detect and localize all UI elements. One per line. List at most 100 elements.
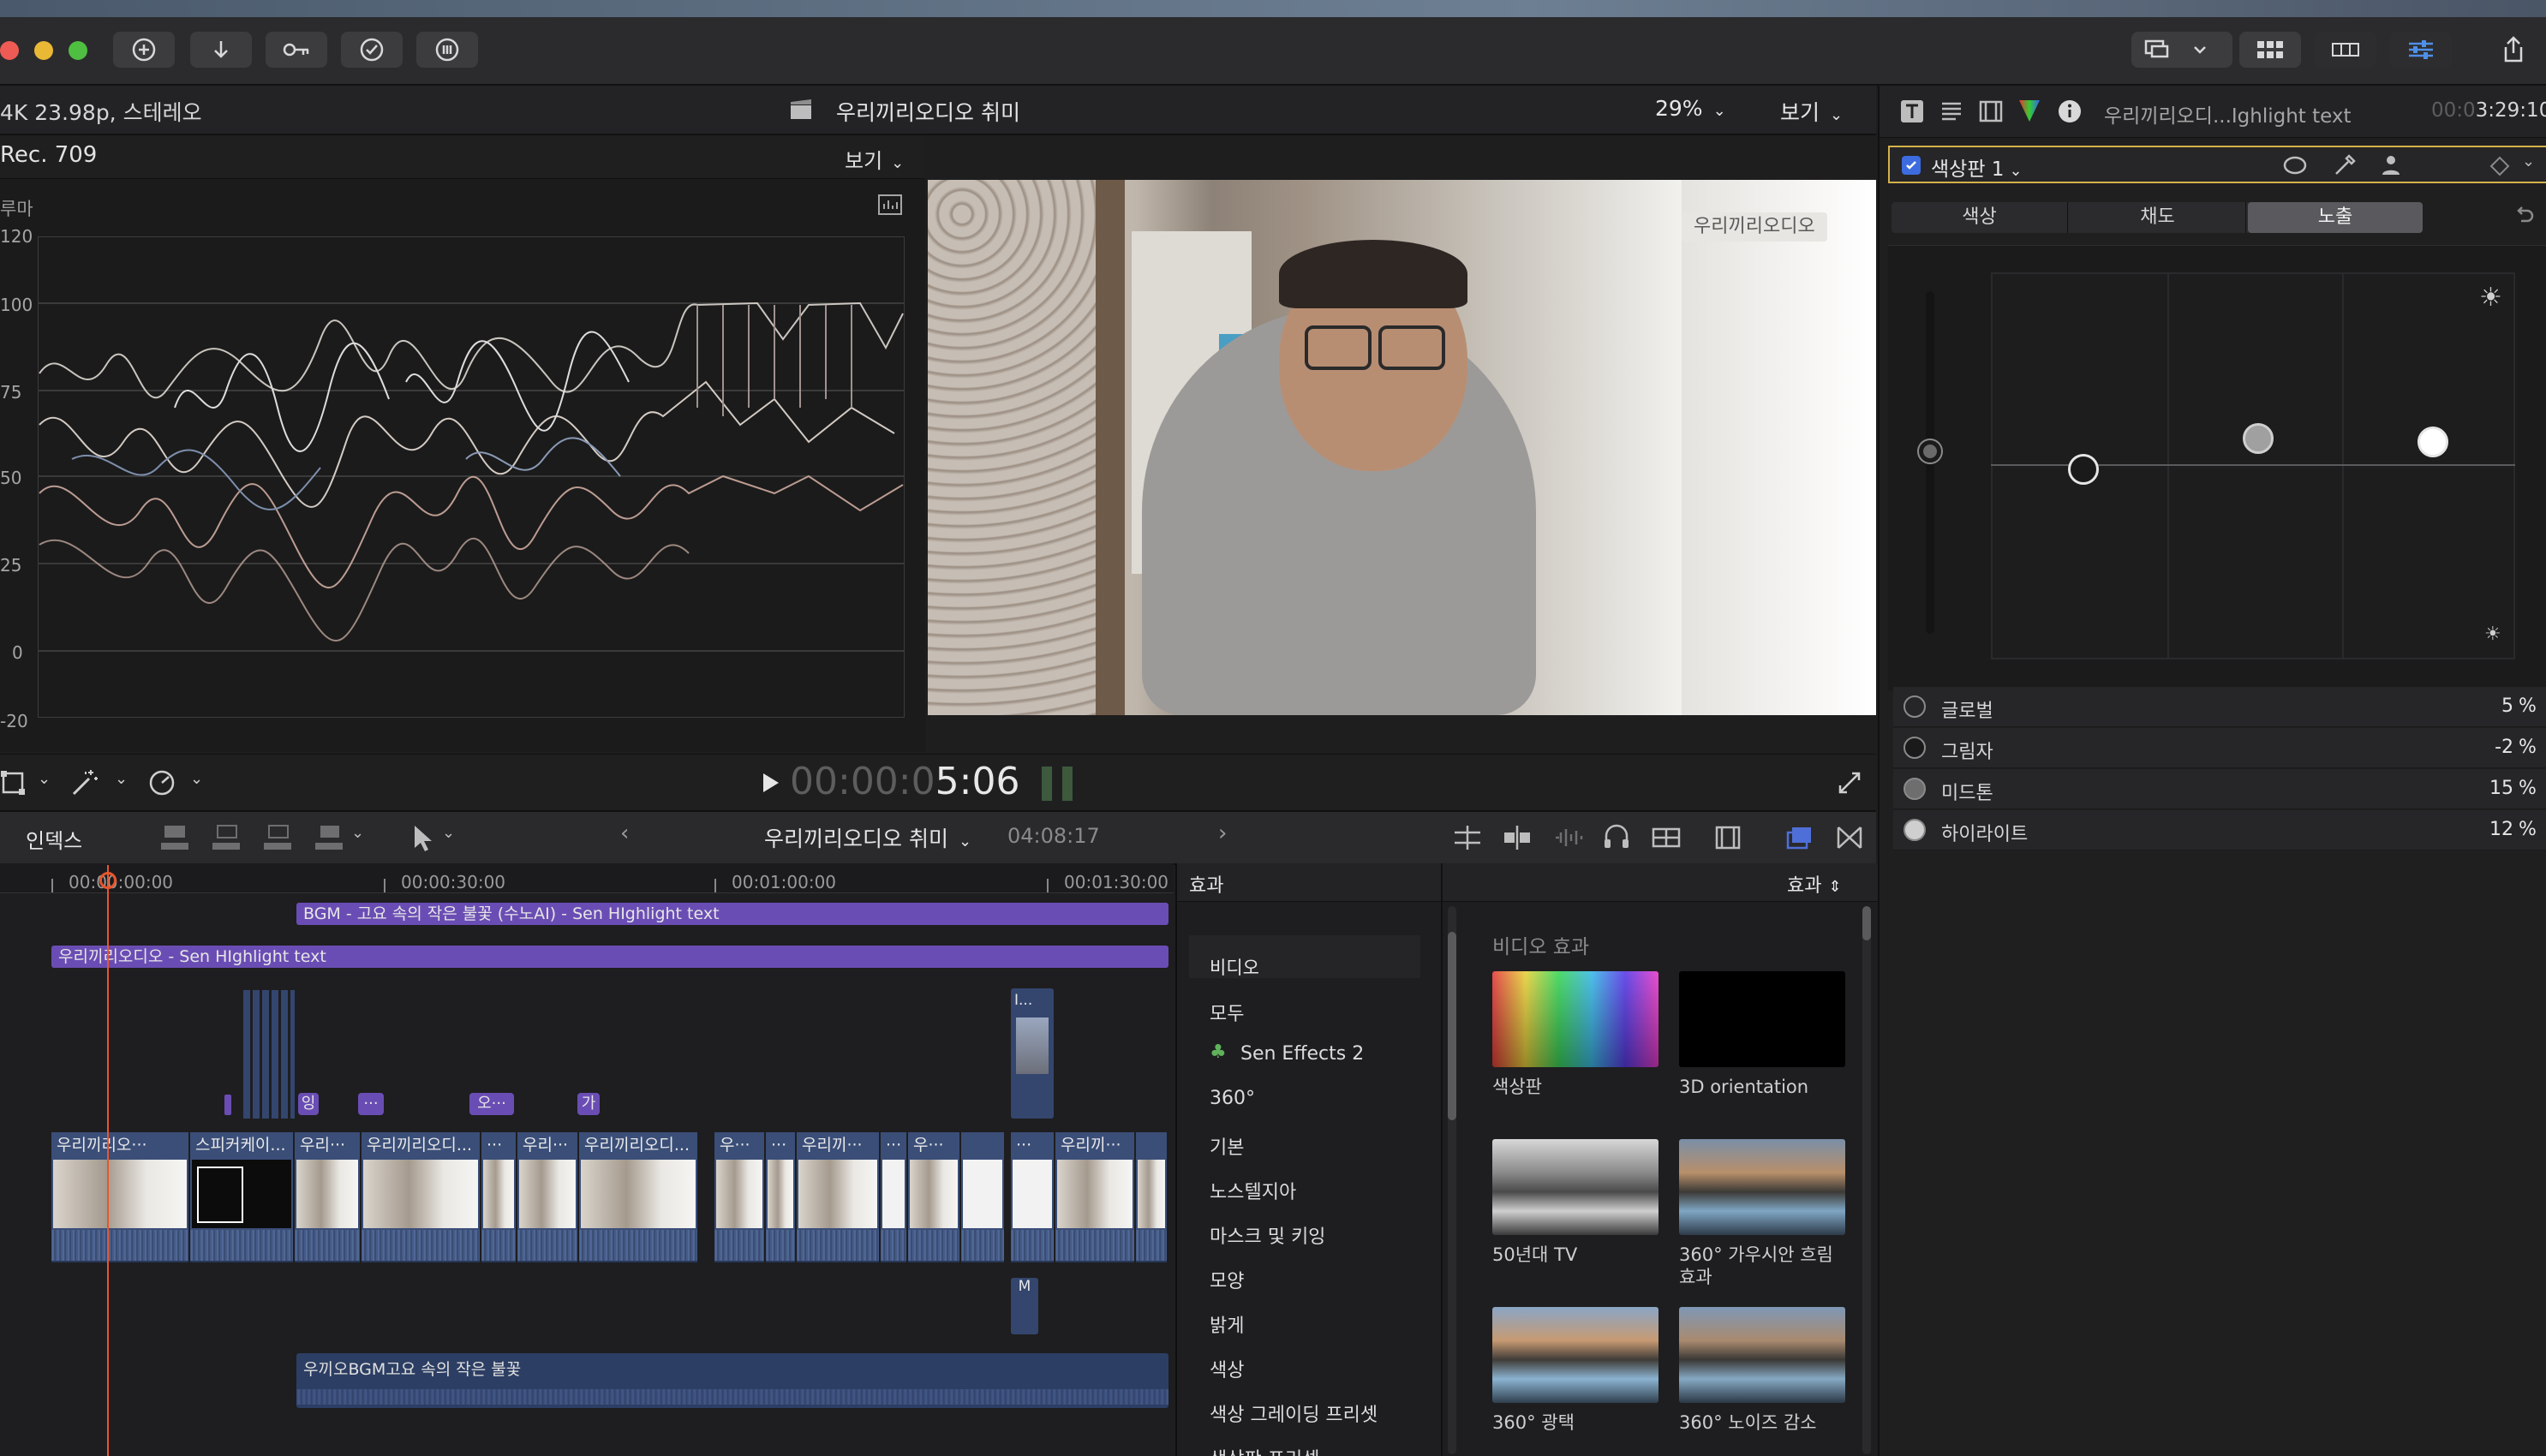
download-button[interactable] — [190, 32, 252, 68]
browser-toggle-button[interactable] — [2239, 32, 2301, 68]
category-item[interactable]: 색상 그레이딩 프리셋 — [1210, 1399, 1378, 1427]
clip-header[interactable]: ··· — [1011, 1132, 1054, 1158]
scope-settings-icon[interactable] — [877, 194, 903, 216]
shadows-radio-icon[interactable] — [1904, 737, 1926, 759]
clip-thumbnail-black[interactable] — [190, 1158, 293, 1230]
midtones-radio-icon[interactable] — [1904, 778, 1926, 800]
highlights-radio-icon[interactable] — [1904, 819, 1926, 841]
effect-thumb-color-board[interactable] — [1492, 971, 1658, 1067]
marker[interactable]: 오··· — [469, 1093, 514, 1115]
timeline-project-menu[interactable]: 우리끼리오디오 취미 ⌄ — [764, 822, 971, 853]
timeline-ruler[interactable] — [0, 863, 1174, 893]
magic-wand-icon[interactable] — [70, 768, 99, 797]
clip-thumbnail[interactable] — [714, 1158, 764, 1230]
clip-header[interactable]: ··· — [481, 1132, 516, 1158]
chevron-down-icon[interactable]: ⌄ — [190, 770, 203, 788]
timeline-toggle-button[interactable] — [2315, 32, 2376, 68]
category-item[interactable]: 밝게 — [1210, 1310, 1244, 1338]
layout-menu-button[interactable] — [2131, 32, 2232, 68]
color-inspector-icon[interactable] — [2017, 98, 2042, 123]
clip-thumbnail[interactable] — [579, 1158, 697, 1230]
speedometer-icon[interactable] — [147, 768, 176, 797]
global-puck[interactable] — [1917, 439, 1943, 464]
clip-header[interactable]: 우··· — [908, 1132, 959, 1158]
effects-sort-menu[interactable]: 효과 ⇕ — [1787, 870, 1842, 898]
clip-header[interactable]: 우리··· — [295, 1132, 360, 1158]
marker[interactable]: 가 — [577, 1093, 600, 1115]
shape-mask-icon[interactable] — [2282, 154, 2308, 176]
adjust-value[interactable]: 12 — [2479, 819, 2513, 840]
clip-header[interactable]: 우리끼··· — [1055, 1132, 1134, 1158]
paragraph-icon[interactable] — [1939, 99, 1963, 123]
clip-header[interactable]: 우리끼리오디... — [362, 1132, 480, 1158]
clip-thumbnail[interactable] — [908, 1158, 959, 1230]
timecode-display[interactable]: 00:00:05:06 — [790, 760, 1019, 803]
effects-browser-icon[interactable] — [1785, 824, 1814, 851]
clip-header[interactable]: 우리끼··· — [797, 1132, 879, 1158]
bgm-title-clip[interactable]: BGM - 고요 속의 작은 불꽃 (수노AI) - Sen HIghlight… — [296, 903, 1168, 925]
effect-thumb-360-noise[interactable] — [1679, 1307, 1845, 1403]
marker[interactable]: 잉 — [298, 1093, 319, 1115]
text-inspector-icon[interactable] — [1900, 99, 1924, 123]
clip-thumbnail[interactable] — [481, 1158, 516, 1230]
playhead-handle[interactable] — [99, 872, 117, 889]
clip-thumbnail[interactable] — [766, 1158, 795, 1230]
category-scrollbar-thumb[interactable] — [1448, 932, 1456, 1120]
category-item[interactable]: 모두 — [1210, 999, 1244, 1026]
clip-thumbnail[interactable] — [51, 1158, 188, 1230]
connected-clips-stack[interactable] — [243, 990, 295, 1119]
insert-clip-icon[interactable] — [211, 822, 245, 853]
scope-view-menu[interactable]: 보기 ⌄ — [845, 144, 904, 174]
effect-thumb-360-gaussian[interactable] — [1679, 1139, 1845, 1235]
midtones-puck[interactable] — [2243, 423, 2274, 454]
history-forward-icon[interactable]: › — [1218, 820, 1227, 846]
category-item[interactable]: 360° — [1210, 1088, 1255, 1109]
playhead[interactable] — [107, 865, 109, 1456]
clip-thumbnail-white[interactable] — [961, 1158, 1004, 1230]
highlights-puck[interactable] — [2418, 427, 2448, 457]
category-item[interactable]: 색상 — [1210, 1355, 1244, 1382]
clip-header[interactable]: 우리끼리오··· — [51, 1132, 188, 1158]
index-button[interactable]: 인덱스 — [26, 824, 82, 854]
eyedropper-icon[interactable] — [2332, 152, 2358, 178]
import-button[interactable] — [113, 32, 175, 68]
tab-exposure[interactable]: 노출 — [2248, 202, 2423, 233]
zoom-menu[interactable]: 29% ⌄ — [1655, 96, 1726, 121]
adjust-value[interactable]: -2 — [2479, 737, 2513, 758]
viewer-view-menu[interactable]: 보기 ⌄ — [1780, 96, 1843, 127]
background-tasks-button[interactable] — [341, 32, 403, 68]
solo-icon[interactable] — [1650, 824, 1682, 851]
play-icon[interactable] — [761, 772, 780, 794]
chevron-down-icon[interactable]: ⌄ — [38, 770, 51, 788]
category-item[interactable]: 색상판 프리셋 — [1210, 1444, 1319, 1456]
chevron-down-icon[interactable]: ⌄ — [442, 824, 455, 842]
tab-color[interactable]: 색상 — [1892, 202, 2068, 233]
clip-header[interactable] — [961, 1132, 1004, 1158]
transitions-browser-icon[interactable] — [1835, 824, 1864, 851]
voiceover-button[interactable] — [416, 32, 478, 68]
effect-thumb-50s-tv[interactable] — [1492, 1139, 1658, 1235]
append-clip-icon[interactable] — [262, 822, 296, 853]
connected-clip-bottom[interactable]: M — [1011, 1278, 1038, 1334]
effect-thumb-3d-orientation[interactable] — [1679, 971, 1845, 1067]
adjust-value[interactable]: 5 — [2479, 695, 2513, 717]
clip-thumbnail[interactable] — [1055, 1158, 1134, 1230]
connect-clip-icon[interactable] — [159, 822, 194, 853]
category-item[interactable]: 마스크 및 키잉 — [1210, 1221, 1325, 1249]
video-inspector-icon[interactable] — [1979, 99, 2003, 123]
person-mask-icon[interactable] — [2378, 152, 2404, 178]
marker[interactable] — [224, 1095, 231, 1115]
clip-header[interactable]: 우리··· — [517, 1132, 577, 1158]
clip-thumbnail[interactable] — [797, 1158, 879, 1230]
clip-appearance-icon[interactable] — [1451, 824, 1484, 851]
inspector-toggle-button[interactable] — [2390, 32, 2452, 68]
audio-skimming-icon[interactable] — [1552, 824, 1585, 851]
clip-header[interactable]: ··· — [766, 1132, 795, 1158]
chevron-down-icon[interactable]: ⌄ — [2522, 152, 2535, 170]
chevron-down-icon[interactable]: ⌄ — [351, 824, 364, 842]
clip-header[interactable]: 스피커케이... — [190, 1132, 293, 1158]
clip-thumbnail-white[interactable] — [1011, 1158, 1054, 1230]
clip-thumbnail[interactable] — [517, 1158, 577, 1230]
zoom-window-button[interactable] — [69, 41, 87, 60]
clip-header[interactable] — [1136, 1132, 1167, 1158]
